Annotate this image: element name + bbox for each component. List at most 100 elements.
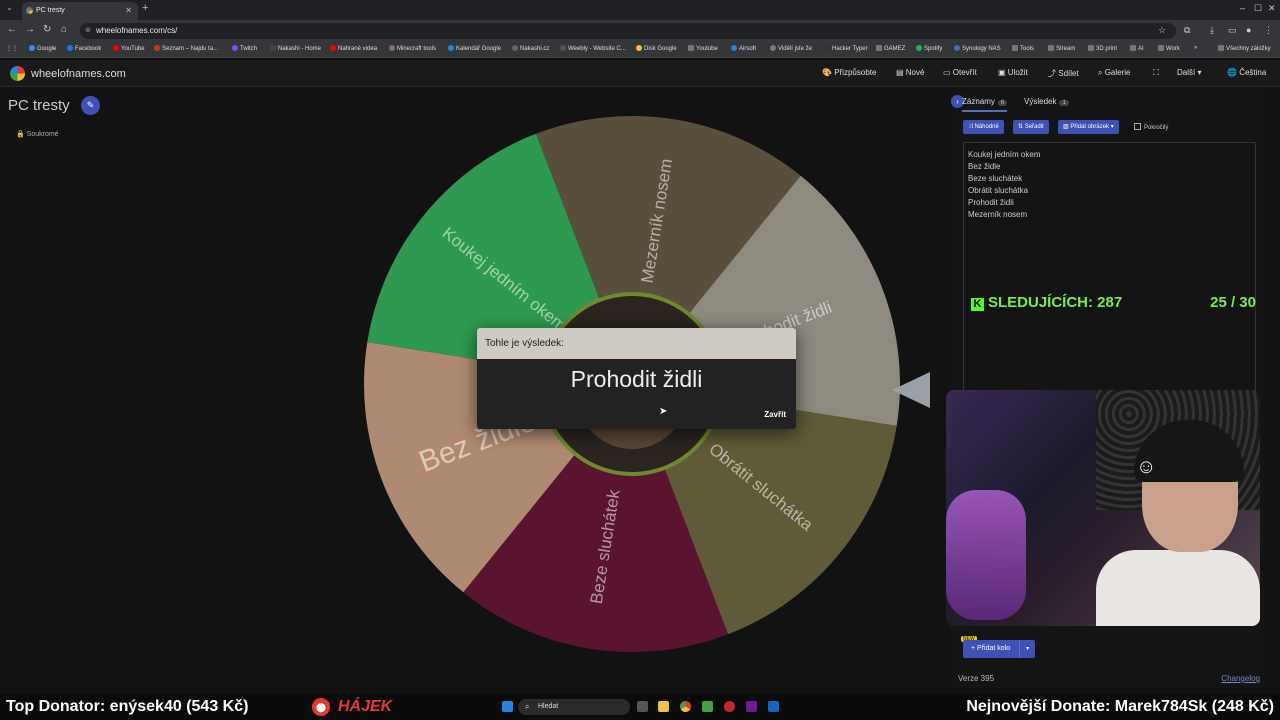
bookmark-synology[interactable]: Synology NAS [954,45,1001,52]
list-item: Mezerník nosem [968,210,1028,219]
search-icon: ⌕ [525,702,530,711]
file-explorer-icon[interactable] [658,701,669,712]
result-dialog: Tohle je výsledek: Prohodit židli Zavřít [477,328,796,429]
follower-counter: K SLEDUJÍCÍCH: 287 [971,294,1122,311]
app-icon-2[interactable] [746,701,757,712]
menu-language[interactable]: 🌐 Čeština [1227,68,1266,77]
taskbar-search[interactable]: ⌕ Hledat [518,699,630,715]
bookmark-gamez[interactable]: GAMEZ [876,45,905,52]
bookmark-star-icon[interactable]: ☆ [1158,25,1166,36]
menu-save[interactable]: ▣ Uložit [998,68,1028,77]
menu-share[interactable]: ⤴ Sdílet [1048,68,1079,79]
bookmark-google[interactable]: Google [29,45,56,52]
bookmark-airsoft[interactable]: Airsoft [731,45,756,52]
forward-icon[interactable]: → [25,24,35,35]
home-icon[interactable]: ⌂ [61,24,67,35]
bookmark-twitch[interactable]: Twitch [232,45,257,52]
close-tab-icon[interactable]: ✕ [125,2,132,20]
close-dialog-button[interactable]: Zavřít [764,410,786,419]
app-icon-1[interactable] [724,701,735,712]
webcam-overlay: ☺ [946,390,1260,626]
reload-icon[interactable]: ↻ [43,24,51,35]
bookmark-hacker-typer[interactable]: Hacker Typer [824,45,868,52]
bookmark-seznam[interactable]: Seznam – Najdu ta... [154,45,218,52]
hajek-label: HÁJEK [338,698,393,715]
bookmark-all-bookmarks[interactable]: Všechny záložky [1218,45,1271,52]
chevron-down-icon[interactable]: ▾ [1019,640,1035,658]
tab-results[interactable]: Výsledek 1 [1024,97,1069,106]
download-icon[interactable]: ⤓ [1210,25,1214,36]
bookmark-tools[interactable]: Tools [1012,45,1034,52]
windows-start-icon[interactable] [502,701,513,712]
bookmark-youtube[interactable]: YouTube [113,45,145,52]
menu-customize[interactable]: 🎨 Přizpůsobte [822,68,876,77]
bookmark-3d-print[interactable]: 3D print [1088,45,1117,52]
wheel-logo-icon[interactable] [10,66,25,81]
mouse-cursor-icon: ➤ [659,406,668,417]
bookmark-weebly[interactable]: Weebly - Website C... [560,45,626,52]
tab-title: PC tresty [36,7,65,14]
menu-new[interactable]: ▤ Nové [896,68,924,77]
location-pin-icon: ⬤ [312,698,330,716]
bookmark-stream[interactable]: Stream [1048,45,1075,52]
top-donator: Top Donator: enýsek40 (543 Kč) [6,698,249,715]
version-label: Verze 395 [958,674,995,683]
address-toolbar: ← → ↻ ⌂ ⊜ wheelofnames.com/cs/ ☆ ⧉ ⤓ ▭ ●… [0,20,1280,42]
bookmark-nakashi-home[interactable]: Nakashi - Home [270,45,321,52]
profile-icon[interactable]: ● [1246,25,1251,35]
sort-button[interactable]: ⇅ Seřadit [1013,120,1049,134]
excel-icon[interactable] [702,701,713,712]
bookmarks-bar: ⋮⋮ Google Facebook YouTube Seznam – Najd… [0,42,1280,58]
kick-logo-icon: K [971,298,984,311]
bookmarks-overflow-icon[interactable]: » [1194,45,1197,51]
browser-menu-icon[interactable]: ⋮ [1264,25,1273,36]
bookmark-ai[interactable]: AI [1130,45,1144,52]
bookmark-uploaded-videos[interactable]: Nahrané videa [330,45,377,52]
add-image-button[interactable]: ▨ Přidat obrázek ▾ [1058,120,1119,134]
bookmark-calendar[interactable]: Kalendář Google [448,45,501,52]
task-view-icon[interactable] [637,701,648,712]
fullscreen-icon[interactable]: ⛶ [1153,68,1159,78]
wheel-title: PC tresty [8,97,70,114]
menu-gallery[interactable]: ⌕ Galerie [1098,68,1131,78]
app-icon-3[interactable] [768,701,779,712]
bookmark-spotify[interactable]: Spotify [916,45,942,52]
entries-textarea[interactable]: Koukej jedním okem Bez židle Beze sluchá… [963,142,1256,392]
bookmark-did-you-know[interactable]: Vidělí jste že [770,45,812,52]
browser-tab-strip: ⌄ PC tresty ✕ + – ☐ ✕ [0,0,1280,20]
add-wheel-button[interactable]: + Přidat kolo ▾ [963,640,1036,658]
app-header: wheelofnames.com 🎨 Přizpůsobte ▤ Nové ▭ … [0,60,1280,87]
menu-more[interactable]: Další ▾ [1177,68,1201,77]
minimize-icon[interactable]: – [1240,3,1245,13]
tab-entries[interactable]: Záznamy 6 [962,97,1008,112]
dialog-header: Tohle je výsledek: [477,328,796,359]
bookmark-minecraft-tools[interactable]: Minecraft tools [389,45,436,52]
close-window-icon[interactable]: ✕ [1268,3,1276,14]
site-name[interactable]: wheelofnames.com [31,68,126,80]
bookmark-work[interactable]: Work [1158,45,1180,52]
edit-title-button[interactable]: ✎ [81,96,100,115]
follower-goal: 25 / 30 [1210,294,1256,311]
new-tab-icon[interactable]: + [142,2,148,14]
bookmark-nakashi-cz[interactable]: Nakashi.cz [512,45,549,52]
back-icon[interactable]: ← [7,24,17,35]
maximize-icon[interactable]: ☐ [1254,3,1262,14]
chrome-icon[interactable] [680,701,691,712]
dialog-result: Prohodit židli [570,366,703,392]
menu-open[interactable]: ▭ Otevřít [943,68,977,77]
sidebar-icon[interactable]: ▭ [1228,25,1237,36]
latest-donate: Nejnovější Donate: Marek784Sk (248 Kč) [966,698,1274,715]
changelog-link[interactable]: Changelog [1221,674,1260,683]
apps-icon[interactable]: ⋮⋮ [6,45,18,52]
url-field[interactable]: ⊜ wheelofnames.com/cs/ [80,23,1176,39]
bookmark-google-drive[interactable]: Disk Google [636,45,677,52]
bookmark-youtube-folder[interactable]: Youtube [688,45,718,52]
browser-tab-active[interactable]: PC tresty ✕ [22,2,138,20]
advanced-checkbox[interactable]: Pokročilý [1134,123,1168,131]
bookmark-facebook[interactable]: Facebook [67,45,101,52]
shuffle-button[interactable]: ⤨ Náhodně [963,120,1004,134]
extensions-icon[interactable]: ⧉ [1184,25,1190,36]
site-info-icon[interactable]: ⊜ [85,23,91,39]
cap-logo-icon: ☺ [1136,456,1157,478]
tab-search-icon[interactable]: ⌄ [6,3,13,12]
